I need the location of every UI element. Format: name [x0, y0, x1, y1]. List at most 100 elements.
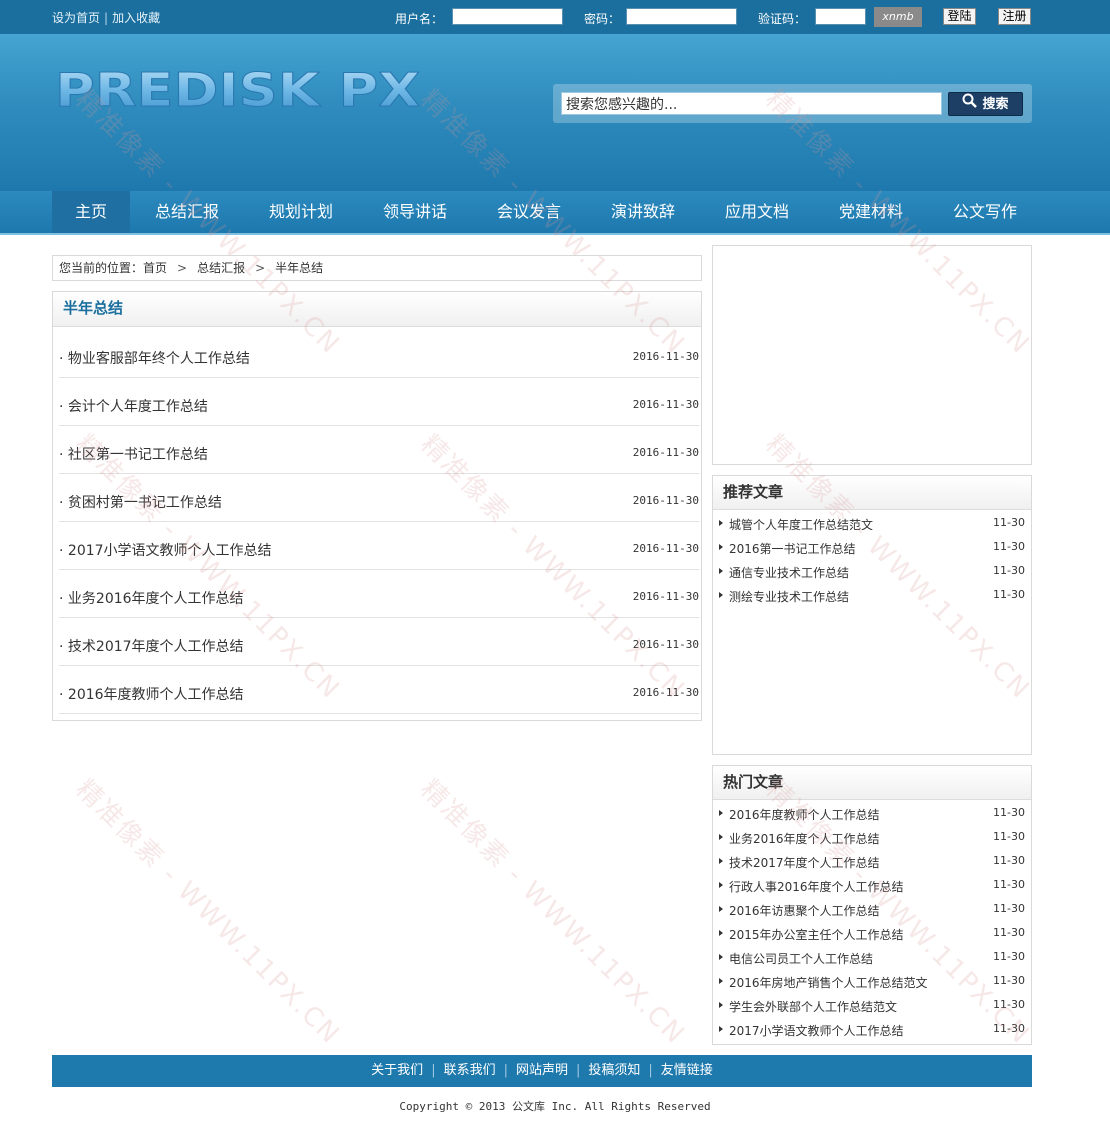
footer-link-about[interactable]: 关于我们: [363, 1063, 431, 1078]
hot-link[interactable]: 2015年办公室主任个人工作总结: [729, 926, 904, 943]
hot-date: 11-30: [993, 1022, 1025, 1035]
recommended-box: 推荐文章 城管个人年度工作总结范文 11-30 2016第一书记工作总结 11-30…: [712, 475, 1032, 755]
recommended-date: 11-30: [993, 588, 1025, 601]
bullet-triangle-icon: [719, 520, 723, 526]
search-input[interactable]: [561, 92, 942, 115]
list-item[interactable]: 2015年办公室主任个人工作总结 11-30: [719, 922, 1025, 946]
article-title[interactable]: · 会计个人年度工作总结: [59, 396, 208, 416]
article-title[interactable]: · 社区第一书记工作总结: [59, 444, 208, 464]
bullet-triangle-icon: [719, 810, 723, 816]
footer-nav: 关于我们 | 联系我们 | 网站声明 | 投稿须知 | 友情链接: [52, 1055, 1032, 1087]
password-input[interactable]: [626, 8, 737, 25]
footer-link-statement[interactable]: 网站声明: [508, 1063, 576, 1078]
list-item[interactable]: · 业务2016年度个人工作总结 2016-11-30: [59, 570, 699, 618]
article-title[interactable]: · 技术2017年度个人工作总结: [59, 636, 244, 656]
hot-date: 11-30: [993, 902, 1025, 915]
footer-link-submission[interactable]: 投稿须知: [580, 1063, 648, 1078]
nav-item-speeches[interactable]: 演讲致辞: [586, 191, 700, 233]
recommended-link[interactable]: 测绘专业技术工作总结: [729, 588, 849, 605]
list-item[interactable]: 行政人事2016年度个人工作总结 11-30: [719, 874, 1025, 898]
article-date: 2016-11-30: [632, 446, 699, 459]
list-item[interactable]: 2016年访惠聚个人工作总结 11-30: [719, 898, 1025, 922]
hot-link[interactable]: 2016年度教师个人工作总结: [729, 806, 880, 823]
article-title[interactable]: · 贫困村第一书记工作总结: [59, 492, 222, 512]
hot-link[interactable]: 业务2016年度个人工作总结: [729, 830, 880, 847]
hot-date: 11-30: [993, 830, 1025, 843]
bullet-triangle-icon: [719, 954, 723, 960]
main-nav: 主页 总结汇报 规划计划 领导讲话 会议发言 演讲致辞 应用文档 党建材料 公文…: [0, 191, 1110, 235]
password-label: 密码：: [584, 12, 621, 26]
breadcrumb-arrow: >: [177, 261, 188, 275]
list-item[interactable]: 2016年度教师个人工作总结 11-30: [719, 802, 1025, 826]
set-home-link[interactable]: 设为首页: [52, 11, 100, 25]
bullet-triangle-icon: [719, 906, 723, 912]
site-logo[interactable]: PREDISK PX: [55, 63, 425, 118]
captcha-label: 验证码：: [758, 12, 807, 26]
list-item[interactable]: 测绘专业技术工作总结 11-30: [719, 584, 1025, 608]
article-date: 2016-11-30: [632, 350, 699, 363]
nav-item-planning[interactable]: 规划计划: [244, 191, 358, 233]
article-title[interactable]: · 2016年度教师个人工作总结: [59, 684, 244, 704]
list-item[interactable]: · 技术2017年度个人工作总结 2016-11-30: [59, 618, 699, 666]
hot-date: 11-30: [993, 998, 1025, 1011]
captcha-input[interactable]: [815, 8, 866, 25]
list-item[interactable]: 城管个人年度工作总结范文 11-30: [719, 512, 1025, 536]
username-input[interactable]: [452, 8, 563, 25]
nav-item-home[interactable]: 主页: [52, 191, 130, 233]
article-title[interactable]: · 2017小学语文教师个人工作总结: [59, 540, 272, 560]
list-item[interactable]: 电信公司员工个人工作总结 11-30: [719, 946, 1025, 970]
login-button[interactable]: 登陆: [943, 8, 976, 25]
list-item[interactable]: 技术2017年度个人工作总结 11-30: [719, 850, 1025, 874]
breadcrumb-category[interactable]: 总结汇报: [197, 261, 245, 275]
recommended-link[interactable]: 城管个人年度工作总结范文: [729, 516, 873, 533]
top-links: 设为首页 | 加入收藏: [52, 9, 160, 26]
nav-item-leader-speech[interactable]: 领导讲话: [358, 191, 472, 233]
hot-link[interactable]: 2017小学语文教师个人工作总结: [729, 1022, 904, 1039]
sidebar-ad-slot: [712, 245, 1032, 465]
list-item[interactable]: · 物业客服部年终个人工作总结 2016-11-30: [59, 330, 699, 378]
nav-item-documents[interactable]: 应用文档: [700, 191, 814, 233]
recommended-date: 11-30: [993, 564, 1025, 577]
recommended-date: 11-30: [993, 540, 1025, 553]
register-button[interactable]: 注册: [998, 8, 1031, 25]
list-item[interactable]: 业务2016年度个人工作总结 11-30: [719, 826, 1025, 850]
recommended-link[interactable]: 通信专业技术工作总结: [729, 564, 849, 581]
list-item[interactable]: · 社区第一书记工作总结 2016-11-30: [59, 426, 699, 474]
list-item[interactable]: · 2016年度教师个人工作总结 2016-11-30: [59, 666, 699, 714]
captcha-image[interactable]: xnmb: [874, 7, 922, 27]
site-header: PREDISK PX 搜索: [0, 34, 1110, 191]
search-box: 搜索: [553, 84, 1032, 123]
search-button[interactable]: 搜索: [948, 92, 1023, 116]
list-item[interactable]: 学生会外联部个人工作总结范文 11-30: [719, 994, 1025, 1018]
hot-link[interactable]: 2016年房地产销售个人工作总结范文: [729, 974, 928, 991]
breadcrumb-home[interactable]: 首页: [143, 261, 167, 275]
list-item[interactable]: · 2017小学语文教师个人工作总结 2016-11-30: [59, 522, 699, 570]
hot-link[interactable]: 技术2017年度个人工作总结: [729, 854, 880, 871]
nav-item-summary[interactable]: 总结汇报: [130, 191, 244, 233]
list-item[interactable]: 2016第一书记工作总结 11-30: [719, 536, 1025, 560]
article-title[interactable]: · 物业客服部年终个人工作总结: [59, 348, 250, 368]
hot-articles-box: 热门文章 2016年度教师个人工作总结 11-30 业务2016年度个人工作总结 1…: [712, 765, 1032, 1045]
footer-link-friends[interactable]: 友情链接: [653, 1063, 721, 1078]
hot-link[interactable]: 行政人事2016年度个人工作总结: [729, 878, 904, 895]
list-item[interactable]: · 贫困村第一书记工作总结 2016-11-30: [59, 474, 699, 522]
nav-item-official-writing[interactable]: 公文写作: [928, 191, 1042, 233]
nav-item-party-materials[interactable]: 党建材料: [814, 191, 928, 233]
hot-title: 热门文章: [713, 766, 1031, 800]
copyright-text: Copyright © 2013 公文库 Inc. All Rights Res…: [399, 1100, 711, 1113]
watermark: 精准像素 - WWW.11PX.CN: [414, 774, 691, 1051]
recommended-link[interactable]: 2016第一书记工作总结: [729, 540, 856, 557]
list-item[interactable]: 2017小学语文教师个人工作总结 11-30: [719, 1018, 1025, 1042]
hot-link[interactable]: 电信公司员工个人工作总结: [729, 950, 873, 967]
list-item[interactable]: 通信专业技术工作总结 11-30: [719, 560, 1025, 584]
article-title[interactable]: · 业务2016年度个人工作总结: [59, 588, 244, 608]
hot-link[interactable]: 学生会外联部个人工作总结范文: [729, 998, 897, 1015]
search-icon: [962, 93, 978, 116]
add-favorite-link[interactable]: 加入收藏: [112, 11, 160, 25]
nav-item-meeting-speech[interactable]: 会议发言: [472, 191, 586, 233]
hot-link[interactable]: 2016年访惠聚个人工作总结: [729, 902, 880, 919]
footer-link-contact[interactable]: 联系我们: [436, 1063, 504, 1078]
list-item[interactable]: 2016年房地产销售个人工作总结范文 11-30: [719, 970, 1025, 994]
list-item[interactable]: · 会计个人年度工作总结 2016-11-30: [59, 378, 699, 426]
list-title: 半年总结: [53, 292, 701, 327]
